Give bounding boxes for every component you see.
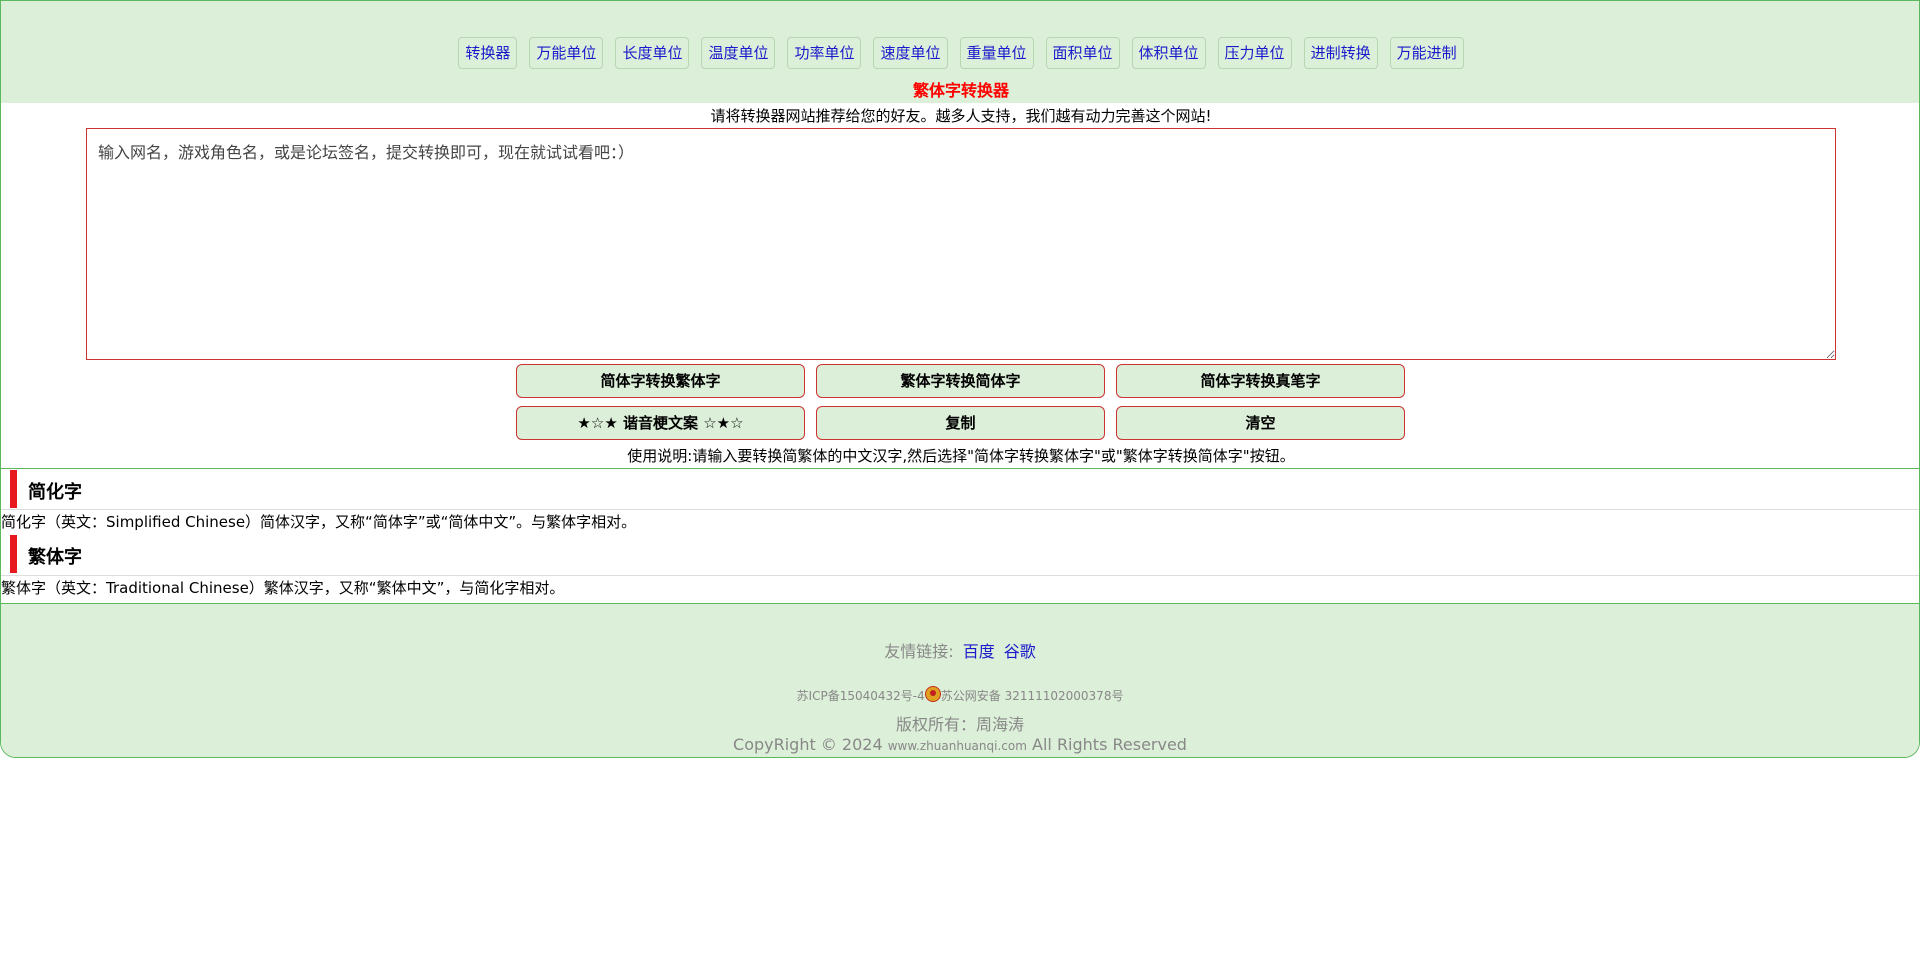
section-title: 简化字	[28, 482, 82, 503]
page-container: 转换器 万能单位 长度单位 温度单位 功率单位 速度单位 重量单位 面积单位 体…	[0, 0, 1920, 758]
to-traditional-button[interactable]: 简体字转换繁体字	[516, 364, 805, 398]
nav-item-pressure-units[interactable]: 压力单位	[1217, 37, 1292, 69]
nav-item-temperature-units[interactable]: 温度单位	[701, 37, 776, 69]
police-record[interactable]: 苏公网安备 32111102000378号	[941, 689, 1124, 703]
nav-item-length-units[interactable]: 长度单位	[615, 37, 690, 69]
section-accent-bar	[10, 535, 17, 573]
nav-item-universal-base[interactable]: 万能进制	[1389, 37, 1464, 69]
nav-item-converter[interactable]: 转换器	[458, 37, 518, 69]
police-badge-icon	[924, 686, 941, 702]
owner-info: 版权所有：周海涛	[895, 715, 1024, 734]
copy-button[interactable]: 复制	[816, 406, 1105, 440]
nav-item-universal-units[interactable]: 万能单位	[529, 37, 604, 69]
section-simplified: 简化字 简化字（英文：Simplified Chinese）简体汉字，又称“简体…	[1, 468, 1919, 533]
nav-item-volume-units[interactable]: 体积单位	[1131, 37, 1206, 69]
friend-links: 友情链接: 百度 谷歌	[1, 638, 1919, 662]
top-nav: 转换器 万能单位 长度单位 温度单位 功率单位 速度单位 重量单位 面积单位 体…	[1, 1, 1919, 103]
site-domain: www.zhuanhuanqi.com	[887, 739, 1027, 753]
section-title: 繁体字	[28, 547, 82, 568]
section-text: 繁体字（英文：Traditional Chinese）繁体汉字，又称“繁体中文”…	[1, 579, 565, 597]
footer: 友情链接: 百度 谷歌 苏ICP备15040432号-4 苏公网安备 321111…	[1, 603, 1919, 757]
copyright: CopyRight © 2024 www.zhuanhuanqi.com All…	[1, 735, 1919, 754]
friend-links-label: 友情链接:	[884, 642, 954, 661]
link-baidu[interactable]: 百度	[963, 642, 995, 661]
nav-item-base-conversion[interactable]: 进制转换	[1303, 37, 1378, 69]
copyright-prefix: CopyRight © 2024	[733, 735, 883, 754]
nav-item-speed-units[interactable]: 速度单位	[873, 37, 948, 69]
clear-button[interactable]: 清空	[1116, 406, 1405, 440]
page-title: 繁体字转换器	[912, 81, 1009, 100]
section-traditional: 繁体字 繁体字（英文：Traditional Chinese）繁体汉字，又称“繁…	[1, 534, 1919, 599]
input-wrapper	[86, 128, 1836, 360]
section-text: 简化字（英文：Simplified Chinese）简体汉字，又称“简体字”或“…	[1, 513, 637, 531]
copyright-suffix: All Rights Reserved	[1032, 735, 1187, 754]
nav-item-weight-units[interactable]: 重量单位	[959, 37, 1034, 69]
icp-info: 苏ICP备15040432号-4 苏公网安备 32111102000378号	[1, 686, 1919, 704]
section-header: 繁体字	[1, 534, 1919, 576]
section-accent-bar	[10, 470, 17, 508]
link-google[interactable]: 谷歌	[1004, 642, 1036, 661]
recommend-text: 请将转换器网站推荐给您的好友。越多人支持，我们越有动力完善这个网站!	[710, 107, 1212, 125]
nav-item-power-units[interactable]: 功率单位	[787, 37, 862, 69]
icp-number[interactable]: 苏ICP备15040432号-4	[797, 689, 925, 703]
nav-menu: 转换器 万能单位 长度单位 温度单位 功率单位 速度单位 重量单位 面积单位 体…	[1, 37, 1919, 69]
section-header: 简化字	[1, 468, 1919, 510]
text-input[interactable]	[86, 128, 1836, 360]
to-simplified-button[interactable]: 繁体字转换简体字	[816, 364, 1105, 398]
to-calligraphy-button[interactable]: 简体字转换真笔字	[1116, 364, 1405, 398]
usage-instructions: 使用说明:请输入要转换简繁体的中文汉字,然后选择"简体字转换繁体字"或"繁体字转…	[627, 447, 1295, 465]
nav-item-area-units[interactable]: 面积单位	[1045, 37, 1120, 69]
homophone-button[interactable]: ★☆★ 谐音梗文案 ☆★☆	[516, 406, 805, 440]
action-buttons: 简体字转换繁体字 繁体字转换简体字 简体字转换真笔字 ★☆★ 谐音梗文案 ☆★☆…	[516, 364, 1406, 440]
